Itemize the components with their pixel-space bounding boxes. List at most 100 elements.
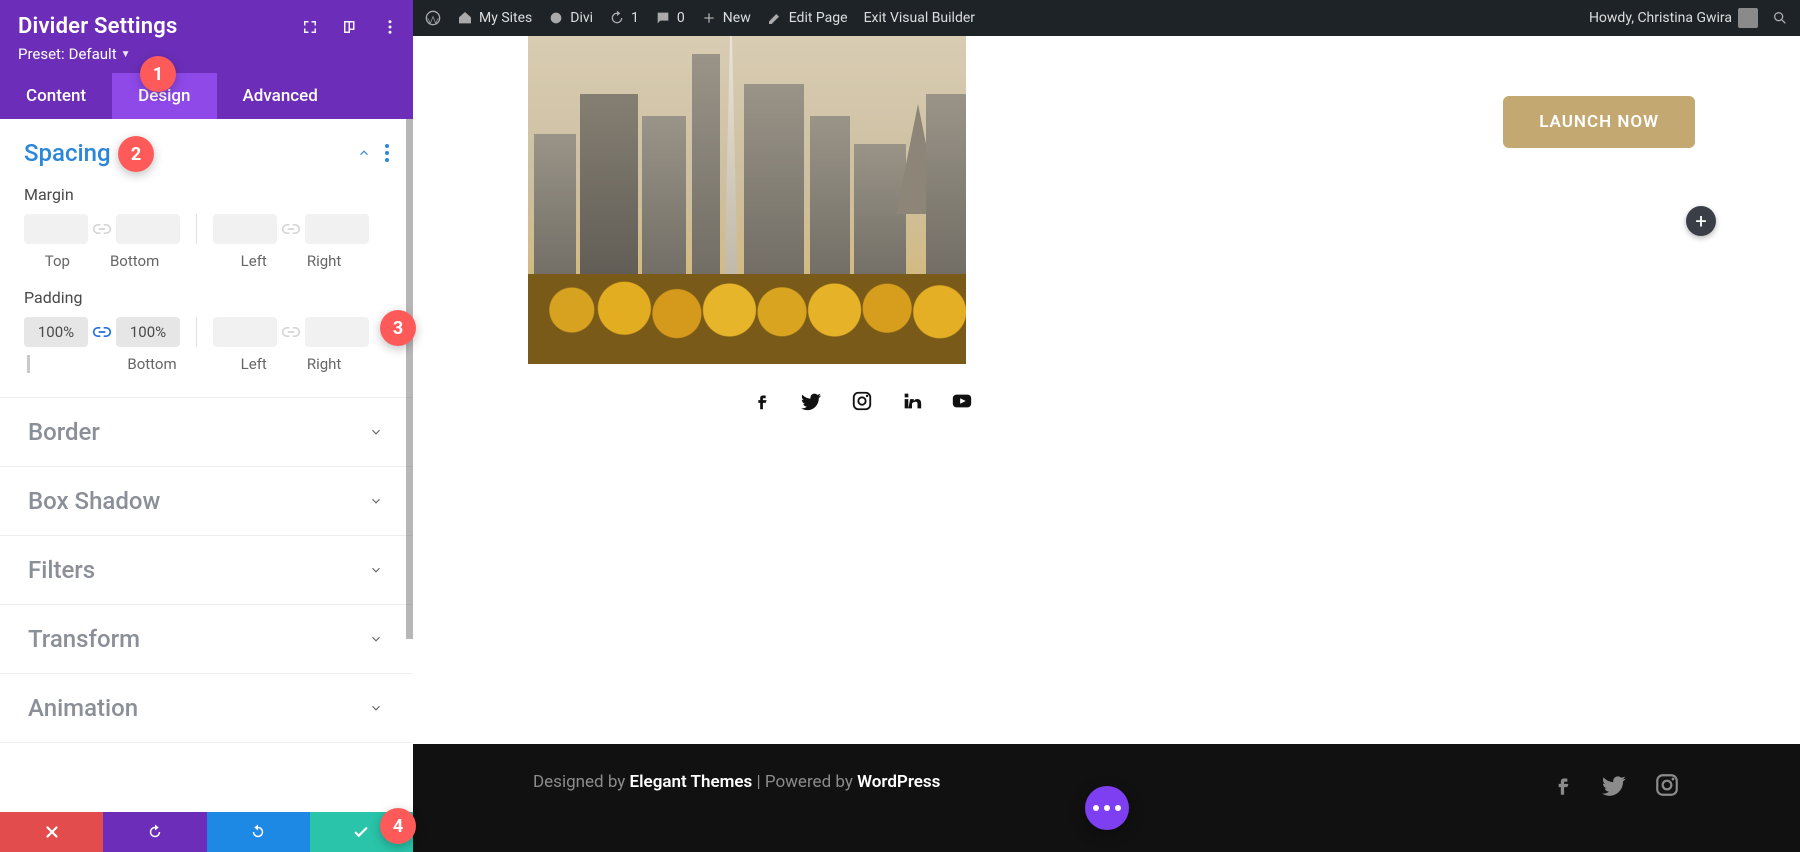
- transform-heading: Transform: [28, 625, 140, 653]
- new-link[interactable]: New: [701, 10, 751, 26]
- facebook-icon[interactable]: [751, 390, 773, 416]
- settings-tabs: Content Design Advanced: [0, 73, 413, 119]
- howdy-label: Howdy, Christina Gwira: [1589, 10, 1732, 26]
- link-icon[interactable]: [92, 219, 112, 239]
- preset-label: Preset:: [18, 45, 65, 63]
- settings-panel: Divider Settings Preset: Default ▼ Conte…: [0, 0, 413, 852]
- avatar: [1738, 8, 1758, 28]
- expand-icon[interactable]: [301, 18, 319, 40]
- comments-link[interactable]: 0: [655, 10, 685, 26]
- edit-page-link[interactable]: Edit Page: [767, 10, 848, 26]
- panel-header: Divider Settings Preset: Default ▼: [0, 0, 413, 73]
- axis-right-label: Right: [307, 355, 341, 373]
- link-icon[interactable]: [92, 322, 112, 342]
- panel-footer: [0, 812, 413, 852]
- callout-2: 2: [118, 136, 154, 172]
- elegant-themes-link[interactable]: Elegant Themes: [630, 772, 753, 792]
- chevron-down-icon: [369, 701, 383, 715]
- add-section-button[interactable]: +: [1686, 206, 1716, 236]
- section-more-icon[interactable]: [385, 144, 389, 162]
- axis-left-label: Left: [241, 252, 267, 270]
- section-box-shadow[interactable]: Box Shadow: [0, 467, 413, 536]
- margin-top-input[interactable]: [24, 214, 88, 244]
- section-border[interactable]: Border: [0, 398, 413, 467]
- wp-logo-icon[interactable]: [425, 10, 441, 26]
- link-icon[interactable]: [281, 219, 301, 239]
- axis-bottom-label: Bottom: [127, 355, 176, 373]
- new-label: New: [723, 10, 751, 26]
- page-canvas: My Sites Divi 1 0 New Edit Page Exit Vis…: [413, 0, 1800, 852]
- link-icon[interactable]: [281, 322, 301, 342]
- wordpress-link[interactable]: WordPress: [857, 772, 940, 792]
- youtube-icon[interactable]: [951, 390, 973, 416]
- callout-4: 4: [380, 808, 416, 844]
- axis-bottom-label: Bottom: [110, 252, 159, 270]
- margin-left-input[interactable]: [213, 214, 277, 244]
- exit-builder-link[interactable]: Exit Visual Builder: [864, 10, 975, 26]
- search-icon[interactable]: [1772, 10, 1788, 26]
- panel-body: Spacing Margin: [0, 119, 413, 812]
- chevron-down-icon: [369, 494, 383, 508]
- axis-top-label: Top: [45, 252, 70, 270]
- padding-label: Padding: [24, 288, 389, 307]
- spacing-heading: Spacing: [24, 139, 111, 167]
- caret-down-icon: ▼: [121, 49, 131, 60]
- footer-facebook-icon[interactable]: [1550, 772, 1576, 803]
- callout-3: 3: [380, 310, 416, 346]
- chevron-up-icon[interactable]: [357, 146, 371, 160]
- tab-advanced[interactable]: Advanced: [217, 73, 344, 119]
- axis-left-label: Left: [241, 355, 267, 373]
- footer-sep: | Powered by: [752, 772, 857, 792]
- page-preview: LAUNCH NOW + Designed by Elegant Themes …: [413, 36, 1800, 852]
- section-animation[interactable]: Animation: [0, 674, 413, 743]
- wp-admin-bar: My Sites Divi 1 0 New Edit Page Exit Vis…: [413, 0, 1800, 36]
- filters-heading: Filters: [28, 556, 95, 584]
- social-icons: [751, 390, 973, 416]
- close-button[interactable]: [0, 812, 103, 852]
- footer-instagram-icon[interactable]: [1654, 772, 1680, 803]
- preset-value: Default: [69, 45, 117, 63]
- section-transform[interactable]: Transform: [0, 605, 413, 674]
- hero-image: [528, 36, 966, 364]
- border-heading: Border: [28, 418, 100, 446]
- redo-button[interactable]: [207, 812, 310, 852]
- callout-1: 1: [140, 56, 176, 92]
- updates-count: 1: [631, 10, 639, 26]
- axis-top-label: [27, 355, 87, 373]
- comments-count: 0: [677, 10, 685, 26]
- builder-menu-button[interactable]: [1085, 786, 1129, 830]
- edit-page-label: Edit Page: [789, 10, 848, 26]
- padding-bottom-input[interactable]: 100%: [116, 317, 180, 347]
- site-name-label: Divi: [570, 10, 593, 26]
- more-icon[interactable]: [381, 18, 399, 40]
- twitter-icon[interactable]: [801, 390, 823, 416]
- margin-right-input[interactable]: [305, 214, 369, 244]
- section-filters[interactable]: Filters: [0, 536, 413, 605]
- tab-content[interactable]: Content: [0, 73, 112, 119]
- section-spacing: Spacing Margin: [0, 119, 413, 398]
- chevron-down-icon: [369, 425, 383, 439]
- site-link[interactable]: Divi: [548, 10, 593, 26]
- margin-bottom-input[interactable]: [116, 214, 180, 244]
- preset-selector[interactable]: Preset: Default ▼: [18, 45, 395, 63]
- my-sites-label: My Sites: [479, 10, 532, 26]
- footer-twitter-icon[interactable]: [1602, 772, 1628, 803]
- exit-builder-label: Exit Visual Builder: [864, 10, 975, 26]
- howdy-user[interactable]: Howdy, Christina Gwira: [1589, 8, 1758, 28]
- padding-top-input[interactable]: 100%: [24, 317, 88, 347]
- responsive-icon[interactable]: [341, 18, 359, 40]
- instagram-icon[interactable]: [851, 390, 873, 416]
- margin-label: Margin: [24, 185, 389, 204]
- my-sites-link[interactable]: My Sites: [457, 10, 532, 26]
- footer-designed-label: Designed by: [533, 772, 630, 792]
- scrollbar[interactable]: [406, 119, 413, 639]
- animation-heading: Animation: [28, 694, 138, 722]
- linkedin-icon[interactable]: [901, 390, 923, 416]
- padding-left-input[interactable]: [213, 317, 277, 347]
- updates-link[interactable]: 1: [609, 10, 639, 26]
- undo-button[interactable]: [103, 812, 206, 852]
- padding-right-input[interactable]: [305, 317, 369, 347]
- chevron-down-icon: [369, 563, 383, 577]
- box-shadow-heading: Box Shadow: [28, 487, 160, 515]
- launch-button[interactable]: LAUNCH NOW: [1503, 96, 1695, 148]
